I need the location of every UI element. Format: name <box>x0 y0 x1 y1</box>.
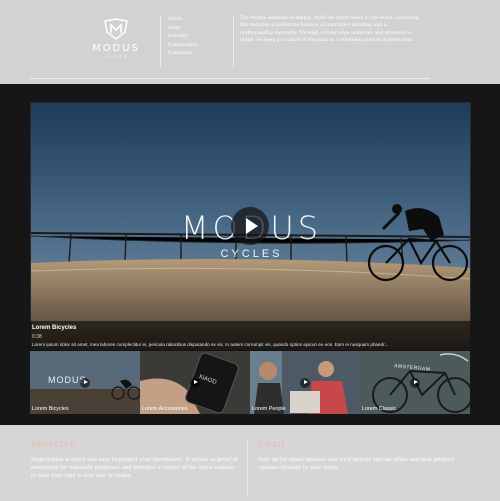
shield-logo-icon <box>104 18 128 40</box>
thumbnail-label: Lorem Bicycles <box>32 406 69 412</box>
nav-item-store[interactable]: Store <box>168 15 197 24</box>
thumbnail-label: Lorem People <box>252 406 286 412</box>
main-nav: Store Gear Retailer Community Company <box>168 15 197 58</box>
play-icon <box>80 377 90 388</box>
video-caption: Lorem Bicycles 0:38 Lorem ipsum dolor si… <box>30 321 471 351</box>
thumbnail-label: Lorem Classic <box>362 406 397 412</box>
email-text: Sign up for email updates and we'll deli… <box>258 457 454 472</box>
logo-subtitle: CYCLES <box>104 54 128 59</box>
video-thumbnail-strip: MODUS Lorem Bicycles XIAOD Lorem Accesso… <box>30 351 471 414</box>
email-section: EMAIL Sign up for email updates and we'l… <box>258 441 468 472</box>
thumbnail-lorem-accessories[interactable]: XIAOD Lorem Accessories <box>140 351 250 414</box>
video-overlay-subtitle: CYCLES <box>220 248 283 260</box>
register-text: Registration is quick and easy to protec… <box>31 457 238 480</box>
video-title: Lorem Bicycles <box>32 325 77 331</box>
video-duration: 0:38 <box>32 334 42 340</box>
divider <box>233 16 234 68</box>
register-section: REGISTER Registration is quick and easy … <box>31 441 241 481</box>
video-description: Lorem ipsum dolor sit amet, mea labores … <box>32 342 389 347</box>
play-button[interactable] <box>231 207 269 245</box>
logo-wordmark: MODUS <box>92 43 140 54</box>
thumbnail-lorem-people[interactable]: Lorem People <box>250 351 360 414</box>
header-rule <box>30 78 430 79</box>
site-footer: REGISTER Registration is quick and easy … <box>0 425 500 501</box>
divider <box>247 441 248 497</box>
logo[interactable]: MODUS CYCLES <box>86 18 146 59</box>
divider <box>160 16 161 68</box>
play-icon <box>190 377 200 388</box>
email-heading[interactable]: EMAIL <box>258 441 468 449</box>
nav-item-company[interactable]: Company <box>168 49 197 58</box>
nav-item-retailer[interactable]: Retailer <box>168 32 197 41</box>
register-heading[interactable]: REGISTER <box>31 441 241 449</box>
play-icon <box>300 377 310 388</box>
nav-item-gear[interactable]: Gear <box>168 24 197 33</box>
thumbnail-label: Lorem Accessories <box>142 406 188 412</box>
thumbnail-lorem-classic[interactable]: AMSTERDAM Lorem Classic <box>360 351 470 414</box>
play-icon <box>410 377 420 388</box>
nav-item-community[interactable]: Community <box>168 41 197 50</box>
brand-tagline: The Modus aesthetic is simple. Build the… <box>240 16 419 44</box>
site-header: MODUS CYCLES Store Gear Retailer Communi… <box>0 0 500 84</box>
thumbnail-lorem-bicycles[interactable]: MODUS Lorem Bicycles <box>30 351 140 414</box>
